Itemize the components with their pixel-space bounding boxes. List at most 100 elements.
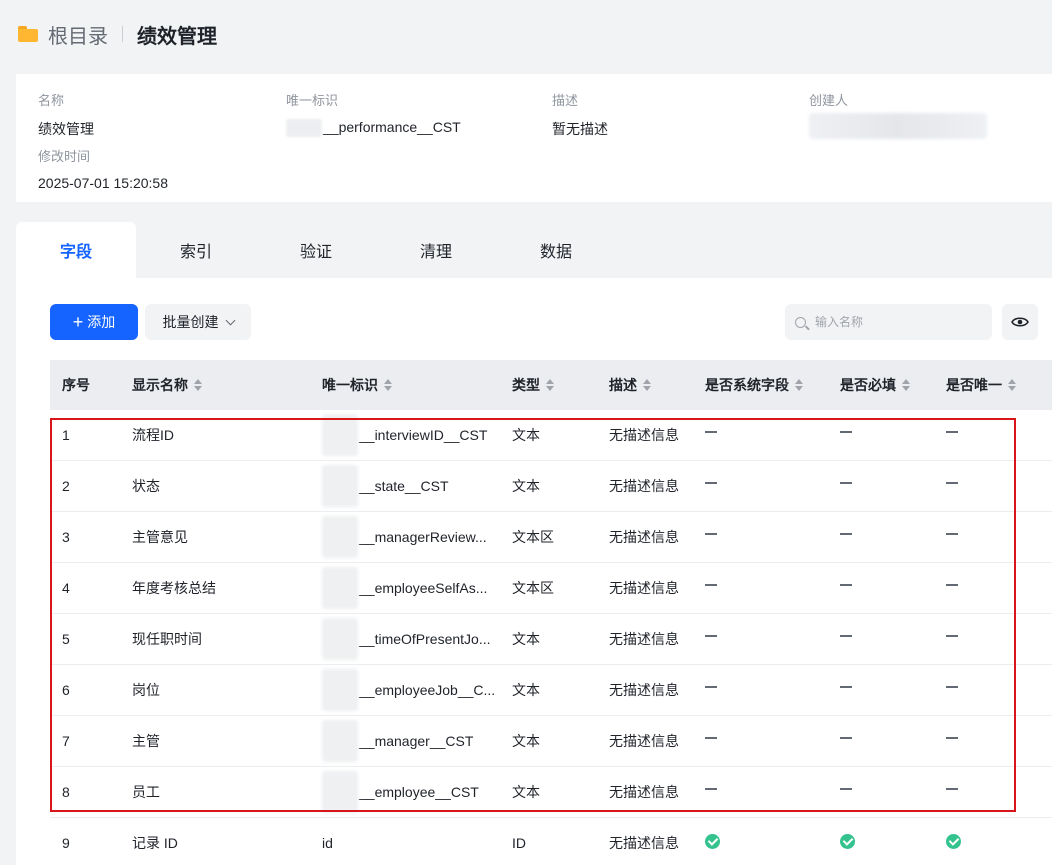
info-desc-label: 描述 [552,93,579,108]
cell-type: 文本 [512,682,540,698]
col-header-index: 序号 [62,377,90,393]
cell-required [840,614,852,664]
cell-key: __employeeJob__C... [322,665,495,715]
table-row[interactable]: 1 流程ID __interviewID__CST 文本 无描述信息 [50,410,1052,461]
sort-icon[interactable] [795,379,803,391]
folder-icon [18,26,38,42]
table-row[interactable]: 2 状态 __state__CST 文本 无描述信息 [50,461,1052,512]
cell-key: __manager__CST [322,716,473,766]
tab-fields[interactable]: 字段 [16,222,136,278]
cell-unique [946,665,958,715]
info-name-value: 绩效管理 [38,121,94,137]
cell-index: 3 [62,529,70,545]
col-header-display-name[interactable]: 显示名称 [132,360,202,410]
cell-system [705,563,717,613]
info-modified-value: 2025-07-01 15:20:58 [38,175,168,191]
redacted-prefix [322,567,358,609]
cell-description: 无描述信息 [609,529,679,545]
redacted-prefix [322,465,358,507]
cell-system [705,767,717,817]
cell-unique [946,614,958,664]
cell-type: 文本 [512,733,540,749]
batch-create-button[interactable]: 批量创建 [145,304,251,340]
table-row[interactable]: 3 主管意见 __managerReview... 文本区 无描述信息 [50,512,1052,563]
info-key-value-wrap: __performance__CST [286,119,461,138]
col-header-key[interactable]: 唯一标识 [322,360,392,410]
col-header-type[interactable]: 类型 [512,360,554,410]
add-button-label: 添加 [87,314,116,330]
table-row[interactable]: 7 主管 __manager__CST 文本 无描述信息 [50,716,1052,767]
column-visibility-button[interactable] [1002,304,1038,340]
col-header-description[interactable]: 描述 [609,360,651,410]
cell-key: __managerReview... [322,512,487,562]
chevron-down-icon [225,315,235,325]
cell-description: 无描述信息 [609,427,679,443]
cell-display-name: 员工 [132,784,160,800]
info-modified: 修改时间 2025-07-01 15:20:58 [38,146,168,191]
cell-display-name: 岗位 [132,682,160,698]
cell-required [840,818,855,865]
tab-bar: 字段 索引 验证 清理 数据 [16,222,1052,278]
sort-icon[interactable] [546,379,554,391]
redacted-prefix [322,771,358,813]
dash-icon [840,737,852,739]
info-creator: 创建人 [809,90,987,139]
cell-type: 文本 [512,427,540,443]
col-header-system[interactable]: 是否系统字段 [705,360,803,410]
cell-required [840,512,852,562]
dash-icon [705,788,717,790]
info-creator-label: 创建人 [809,93,849,108]
table-row[interactable]: 6 岗位 __employeeJob__C... 文本 无描述信息 [50,665,1052,716]
cell-key: __employeeSelfAs... [322,563,487,613]
cell-display-name: 主管意见 [132,529,188,545]
dash-icon [705,686,717,688]
search-input[interactable] [815,315,975,329]
cell-description: 无描述信息 [609,580,679,596]
redacted-prefix [286,119,322,138]
table-row[interactable]: 4 年度考核总结 __employeeSelfAs... 文本区 无描述信息 [50,563,1052,614]
check-circle-icon [946,833,961,849]
sort-icon[interactable] [384,379,392,391]
tab-indexes[interactable]: 索引 [136,222,256,278]
tab-data[interactable]: 数据 [496,222,616,278]
cell-index: 6 [62,682,70,698]
add-field-button[interactable]: + 添加 [50,304,138,340]
cell-display-name: 主管 [132,733,160,749]
dash-icon [705,431,717,433]
dash-icon [946,686,958,688]
breadcrumb-root[interactable]: 根目录 [48,20,108,49]
check-circle-icon [840,833,855,849]
sort-icon[interactable] [194,379,202,391]
fields-panel: + 添加 批量创建 序号 显示名称 唯一标识 类型 描述 是否系统字段 是否必填… [16,278,1052,865]
tab-cleanup[interactable]: 清理 [376,222,496,278]
info-desc-value: 暂无描述 [552,121,608,137]
sort-icon[interactable] [902,379,910,391]
cell-unique [946,716,958,766]
cell-type: ID [512,835,526,851]
table-row[interactable]: 9 记录 ID id ID 无描述信息 [50,818,1052,865]
redacted-prefix [322,516,358,558]
sort-icon[interactable] [1008,379,1016,391]
cell-description: 无描述信息 [609,631,679,647]
dash-icon [946,584,958,586]
cell-index: 5 [62,631,70,647]
cell-required [840,461,852,511]
cell-display-name: 流程ID [132,427,174,443]
table-row[interactable]: 5 现任职时间 __timeOfPresentJo... 文本 无描述信息 [50,614,1052,665]
dash-icon [840,482,852,484]
redacted-creator [809,113,987,139]
cell-unique [946,512,958,562]
dash-icon [705,482,717,484]
dash-icon [946,533,958,535]
dash-icon [840,584,852,586]
cell-description: 无描述信息 [609,478,679,494]
col-header-required[interactable]: 是否必填 [840,360,910,410]
col-header-unique[interactable]: 是否唯一 [946,360,1016,410]
redacted-prefix [322,720,358,762]
cell-key: id [322,835,333,851]
cell-required [840,767,852,817]
table-row[interactable]: 8 员工 __employee__CST 文本 无描述信息 [50,767,1052,818]
tab-validation[interactable]: 验证 [256,222,376,278]
sort-icon[interactable] [643,379,651,391]
search-box [785,304,992,340]
